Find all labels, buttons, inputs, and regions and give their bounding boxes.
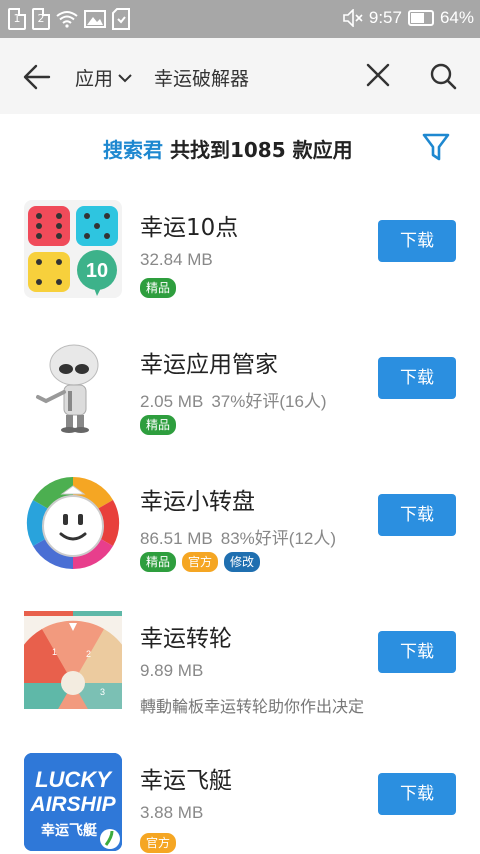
lucky-airship-icon: LUCKY AIRSHIP 幸运飞艇	[24, 753, 122, 851]
app-meta: 3.88 MB	[140, 803, 203, 823]
status-time: 9:57	[368, 8, 402, 27]
app-rating: 37%好评(16人)	[211, 392, 327, 411]
back-arrow-icon[interactable]	[22, 62, 52, 92]
app-tags: 精品 官方 修改	[140, 552, 261, 572]
image-icon	[84, 10, 106, 28]
app-name: 幸运10点	[140, 215, 239, 241]
app-tags: 精品	[140, 415, 177, 435]
status-left: 1 2	[8, 8, 130, 30]
mute-icon	[343, 9, 363, 27]
app-size: 2.05 MB	[140, 392, 204, 411]
download-button[interactable]: 下载	[378, 631, 456, 673]
tag-quality: 精品	[140, 415, 177, 435]
battery-level: 64%	[439, 8, 474, 27]
app-meta: 86.51 MB 83%好评(12人)	[140, 524, 336, 549]
app-size: 3.88 MB	[140, 803, 204, 822]
result-summary: 搜索君 共找到1085 款应用	[0, 114, 480, 178]
sd-card-icon	[112, 8, 130, 30]
sim1-icon: 1	[8, 8, 26, 30]
app-name: 幸运飞艇	[140, 768, 232, 794]
app-tags: 官方	[140, 833, 177, 853]
spin-wheel-icon: 1 2 3	[24, 611, 122, 709]
download-button[interactable]: 下载	[378, 357, 456, 399]
search-input[interactable]: 幸运破解器	[154, 64, 249, 91]
svg-text:2: 2	[86, 649, 91, 659]
svg-text:3: 3	[100, 687, 105, 697]
app-name: 幸运应用管家	[140, 352, 278, 378]
app-name: 幸运转轮	[140, 626, 232, 652]
tag-official: 官方	[182, 552, 219, 572]
airship-logo-line3: 幸运飞艇	[41, 822, 98, 839]
app-size: 86.51 MB	[140, 529, 213, 548]
svg-text:10: 10	[86, 260, 108, 282]
app-name: 幸运小转盘	[140, 489, 255, 515]
search-scope-dropdown[interactable]: 应用	[75, 64, 133, 91]
summary-count: 共找到1085 款应用	[163, 138, 353, 162]
tag-quality: 精品	[140, 278, 177, 298]
search-scope-label: 应用	[75, 68, 114, 90]
smiley-wheel-icon	[24, 474, 122, 572]
dice-10-icon: 10	[24, 200, 122, 298]
app-meta: 32.84 MB	[140, 250, 213, 270]
app-list-item[interactable]: 1 2 3 幸运转轮 9.89 MB 轉動輪板幸运转轮助你作出决定 下载	[0, 611, 480, 748]
status-bar: 1 2 9:57 64%	[0, 0, 480, 38]
download-button[interactable]: 下载	[378, 773, 456, 815]
battery-icon	[407, 10, 434, 26]
tag-official: 官方	[140, 833, 177, 853]
app-description: 轉動輪板幸运转轮助你作出决定	[140, 697, 365, 716]
robot-icon	[24, 337, 122, 435]
app-rating: 83%好评(12人)	[220, 529, 337, 548]
app-meta: 2.05 MB 37%好评(16人)	[140, 387, 327, 412]
app-list-item[interactable]: 10 幸运10点 32.84 MB 精品 下载	[0, 200, 480, 337]
wifi-icon	[56, 11, 78, 28]
search-icon[interactable]	[429, 62, 457, 90]
chevron-down-icon	[118, 73, 132, 82]
svg-text:1: 1	[52, 647, 57, 657]
app-size: 32.84 MB	[140, 250, 213, 269]
app-meta: 9.89 MB	[140, 661, 203, 681]
result-count-text: 搜索君 共找到1085 款应用	[103, 134, 353, 163]
app-list-item[interactable]: 幸运应用管家 2.05 MB 37%好评(16人) 精品 下载	[0, 337, 480, 474]
tag-quality: 精品	[140, 552, 177, 572]
app-list-item[interactable]: 幸运小转盘 86.51 MB 83%好评(12人) 精品 官方 修改 下载	[0, 474, 480, 611]
summary-brand: 搜索君	[103, 138, 163, 162]
airship-logo-line2: AIRSHIP	[29, 793, 116, 816]
app-list-item[interactable]: LUCKY AIRSHIP 幸运飞艇 幸运飞艇 3.88 MB 官方 下载	[0, 753, 480, 854]
clear-icon[interactable]	[365, 62, 391, 88]
app-tags: 精品	[140, 278, 177, 298]
search-bar: 应用 幸运破解器	[0, 38, 480, 114]
airship-logo-line1: LUCKY	[35, 767, 113, 792]
download-button[interactable]: 下载	[378, 220, 456, 262]
status-right: 9:57 64%	[343, 8, 474, 28]
tag-modified: 修改	[224, 552, 261, 572]
filter-icon[interactable]	[422, 132, 450, 162]
app-size: 9.89 MB	[140, 661, 204, 680]
sim2-icon: 2	[32, 8, 50, 30]
download-button[interactable]: 下载	[378, 494, 456, 536]
